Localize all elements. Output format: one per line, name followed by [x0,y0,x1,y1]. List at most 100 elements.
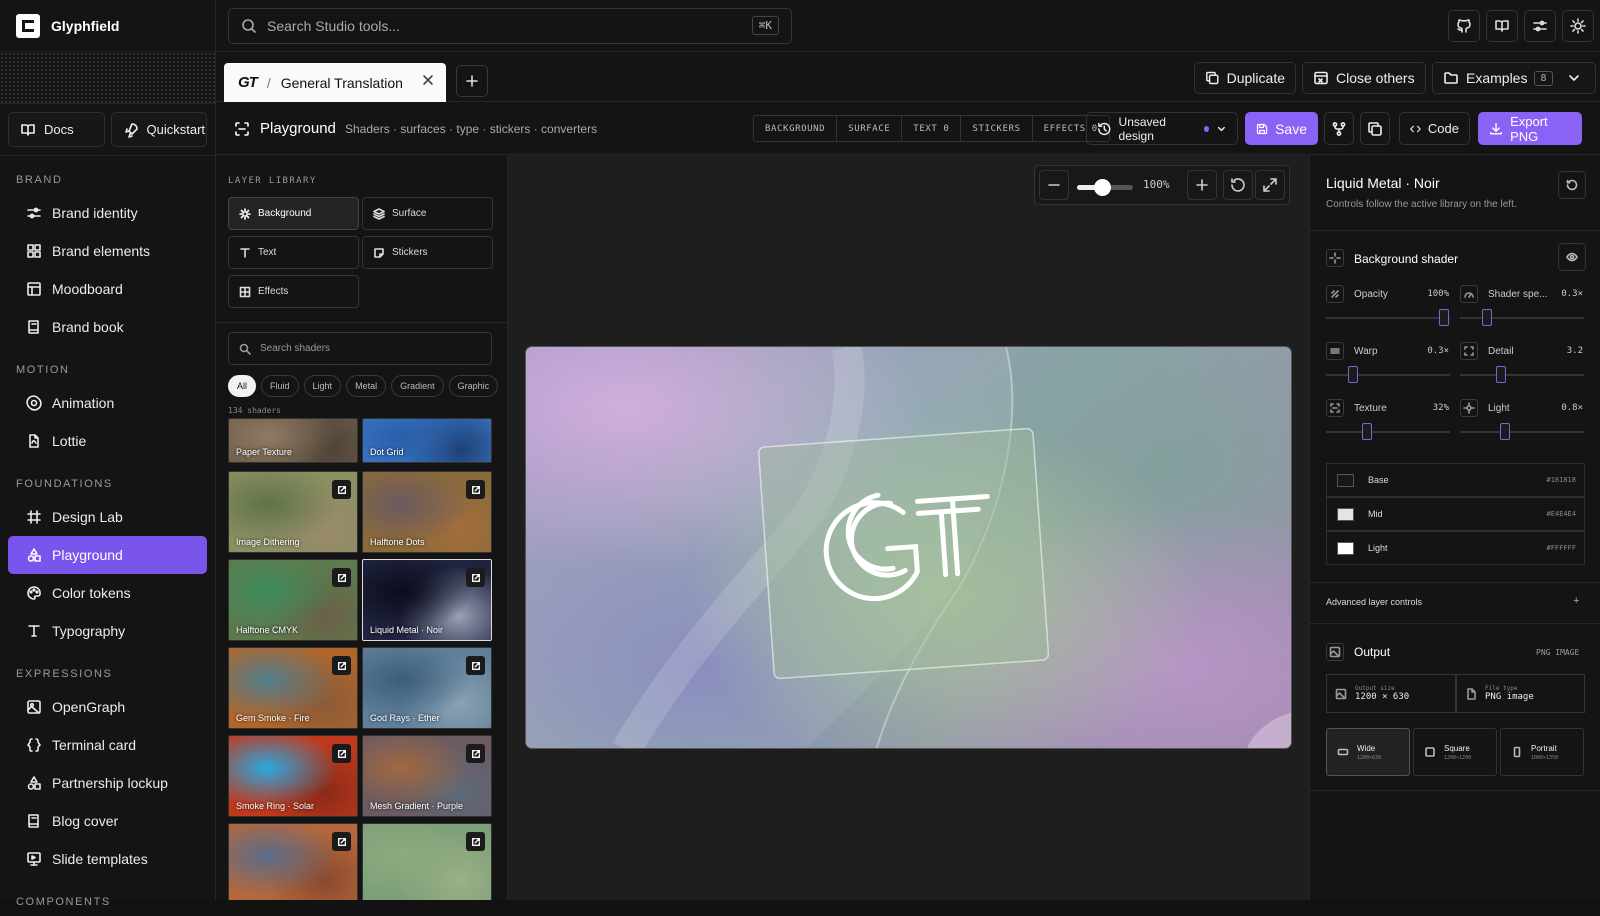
duplicate-button[interactable]: Duplicate [1194,62,1296,94]
export-png-button[interactable]: Export PNG [1478,112,1582,145]
layer-surface-button[interactable]: Surface [362,197,493,230]
color-stop-light[interactable]: Light #FFFFFF [1326,531,1585,565]
layer-stickers-button[interactable]: Stickers [362,236,493,269]
sidebar-item-brand-identity[interactable]: Brand identity [8,194,207,232]
advanced-controls-toggle[interactable]: Advanced layer controls [1326,597,1422,607]
unsaved-design-dropdown[interactable]: Unsaved design [1086,112,1238,145]
close-others-button[interactable]: Close others [1302,62,1426,94]
zoom-in-button[interactable] [1187,170,1217,200]
control-shader-spe-slider[interactable] [1460,309,1584,326]
add-tab-button[interactable] [456,65,488,97]
zoom-out-button[interactable] [1039,170,1069,200]
sidebar-item-animation[interactable]: Animation [8,384,207,422]
sidebar-item-playground[interactable]: Playground [8,536,207,574]
filter-chip-graphic[interactable]: Graphic [448,375,499,397]
layer-effects-button[interactable]: Effects [228,275,359,308]
control-warp-slider[interactable] [1326,366,1450,383]
toggle-visibility-button[interactable] [1558,243,1586,271]
github-button[interactable] [1448,10,1480,42]
brand-header[interactable]: Glyphfield [0,0,215,52]
filter-chip-light[interactable]: Light [303,375,342,397]
segment-stickers[interactable]: STICKERS [961,116,1033,141]
quickstart-button[interactable]: Quickstart [110,112,207,147]
open-shader-icon[interactable] [332,656,351,675]
studio-search-input[interactable]: Search Studio tools... ⌘K [228,8,792,44]
color-stop-base[interactable]: Base #181818 [1326,463,1585,497]
color-swatch[interactable] [1337,473,1354,487]
filter-chip-gradient[interactable]: Gradient [391,375,444,397]
sidebar-item-partnership-lockup[interactable]: Partnership lockup [8,764,207,802]
shader-tile-halftone-cmyk[interactable]: Halftone CMYK [228,559,358,641]
sidebar-item-blog-cover[interactable]: Blog cover [8,802,207,840]
color-swatch[interactable] [1337,541,1354,555]
open-shader-icon[interactable] [332,832,351,851]
filter-chip-metal[interactable]: Metal [346,375,387,397]
shader-tile-gem-smoke-fire[interactable]: Gem Smoke · Fire [228,647,358,729]
examples-dropdown[interactable]: Examples 8 [1432,62,1596,94]
copy-design-button[interactable] [1360,112,1390,145]
expand-advanced-icon[interactable]: + [1573,595,1579,607]
code-button[interactable]: Code [1399,112,1470,145]
shader-tile-smoke-ring-solar[interactable]: Smoke Ring · Solar [228,735,358,817]
open-shader-icon[interactable] [332,744,351,763]
slider-thumb[interactable] [1482,309,1493,326]
layer-background-button[interactable]: Background [228,197,359,230]
zoom-slider[interactable] [1077,179,1133,196]
format-portrait-button[interactable]: Portrait 1080×1350 [1500,728,1584,776]
open-shader-icon[interactable] [466,744,485,763]
sidebar-item-color-tokens[interactable]: Color tokens [8,574,207,612]
output-size-field[interactable]: Output size 1200 × 630 [1326,674,1456,713]
segment-text-0[interactable]: TEXT 0 [902,116,962,141]
sidebar-item-slide-templates[interactable]: Slide templates [8,840,207,878]
reset-view-button[interactable] [1223,170,1253,200]
slider-thumb[interactable] [1499,423,1510,440]
shader-tile-liquid-metal-noir[interactable]: Liquid Metal · Noir [362,559,492,641]
save-button[interactable]: Save [1245,112,1318,145]
sidebar-item-typography[interactable]: Typography [8,612,207,650]
shader-tile-image-dithering[interactable]: Image Dithering [228,471,358,553]
layer-text-button[interactable]: Text [228,236,359,269]
tab-general-translation[interactable]: GT / General Translation [224,63,446,102]
settings-sliders-button[interactable] [1524,10,1556,42]
open-shader-icon[interactable] [466,480,485,499]
docs-button[interactable]: Docs [8,112,105,147]
slider-thumb[interactable] [1361,423,1372,440]
control-texture-slider[interactable] [1326,423,1450,440]
reset-shader-button[interactable] [1558,171,1586,199]
control-opacity-slider[interactable] [1326,309,1450,326]
color-swatch[interactable] [1337,507,1354,521]
open-shader-icon[interactable] [466,656,485,675]
sidebar-item-brand-book[interactable]: Brand book [8,308,207,346]
theme-toggle-button[interactable] [1562,10,1594,42]
open-shader-icon[interactable] [466,832,485,851]
docs-icon-button[interactable] [1486,10,1518,42]
filter-chip-fluid[interactable]: Fluid [261,375,299,397]
shader-tile-dot-grid[interactable]: Dot Grid [362,418,492,463]
open-shader-icon[interactable] [332,480,351,499]
sidebar-item-design-lab[interactable]: Design Lab [8,498,207,536]
fullscreen-button[interactable] [1255,170,1285,200]
segment-surface[interactable]: SURFACE [837,116,903,141]
shader-search-input[interactable]: Search shaders [228,332,492,365]
open-shader-icon[interactable] [466,568,485,587]
filter-chip-all[interactable]: All [228,375,257,397]
slider-thumb[interactable] [1438,309,1449,326]
sidebar-item-moodboard[interactable]: Moodboard [8,270,207,308]
shader-tile-paper-texture[interactable]: Paper Texture [228,418,358,463]
zoom-slider-knob[interactable] [1094,179,1112,196]
shader-tile-halftone-dots[interactable]: Halftone Dots [362,471,492,553]
branch-button[interactable] [1324,112,1354,145]
format-square-button[interactable]: Square 1200×1200 [1413,728,1497,776]
file-type-field[interactable]: File type PNG image [1456,674,1585,713]
shader-tile-blank[interactable] [362,823,492,900]
shader-tile-blank[interactable] [228,823,358,900]
shader-tile-god-rays-ether[interactable]: God Rays · Ether [362,647,492,729]
sidebar-item-terminal-card[interactable]: Terminal card [8,726,207,764]
format-wide-button[interactable]: Wide 1200×630 [1326,728,1410,776]
slider-thumb[interactable] [1348,366,1359,383]
open-shader-icon[interactable] [332,568,351,587]
artboard-preview[interactable] [525,346,1292,749]
tab-close-icon[interactable] [422,74,434,86]
sidebar-item-brand-elements[interactable]: Brand elements [8,232,207,270]
control-detail-slider[interactable] [1460,366,1584,383]
